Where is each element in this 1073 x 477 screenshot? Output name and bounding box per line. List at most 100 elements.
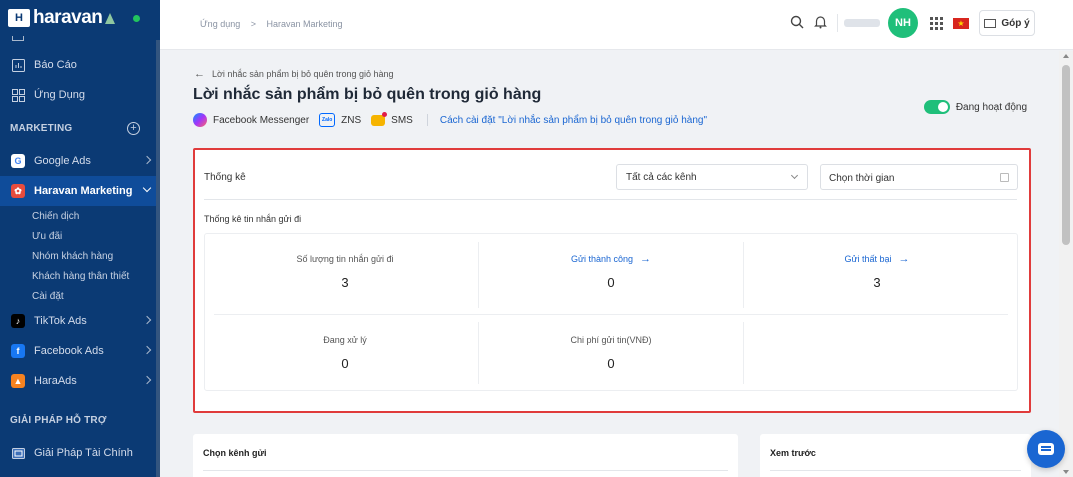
sidebar-item-facebook-ads[interactable]: f Facebook Ads: [0, 336, 160, 366]
finance-icon: [11, 446, 25, 460]
stats-card: Thống kê Tất cả các kênh Chọn thời gian …: [193, 148, 1031, 413]
sidebar-subitem-loyal-customers[interactable]: Khách hàng thân thiết: [0, 266, 160, 286]
stat-value: 0: [607, 356, 615, 371]
channel-label: ZNS: [341, 114, 362, 126]
stats-grid: Số lượng tin nhắn gửi đi 3 Gửi thành côn…: [204, 233, 1018, 391]
chevron-down-icon: [790, 171, 799, 180]
sidebar-subitem-customer-groups[interactable]: Nhóm khách hàng: [0, 246, 160, 266]
sidebar-item-label: Facebook Ads: [34, 345, 104, 357]
sidebar-item-haravan-marketing[interactable]: ✿ Haravan Marketing: [0, 176, 160, 206]
chevron-down-icon: [142, 183, 152, 193]
page-scrollbar[interactable]: [1059, 51, 1073, 477]
sidebar-item-reports[interactable]: Báo Cáo: [0, 50, 160, 80]
channel-filter-select[interactable]: Tất cả các kênh: [616, 164, 808, 190]
chat-icon: [1038, 443, 1054, 455]
scroll-down-icon[interactable]: [1063, 470, 1069, 474]
sidebar-item-haraads[interactable]: ▲ HaraAds: [0, 366, 160, 396]
sidebar-item-label: Haravan Marketing: [34, 185, 133, 197]
topbar-actions: NH ★ Góp ý: [790, 8, 1035, 38]
sidebar-item-google-ads[interactable]: G Google Ads: [0, 146, 160, 176]
channel-label: SMS: [391, 114, 413, 126]
chart-icon: [11, 58, 25, 72]
failed-link[interactable]: Gửi thất bại →: [844, 253, 909, 265]
support-heading-label: GIẢI PHÁP HỖ TRỢ: [10, 414, 107, 426]
sidebar-item-finance[interactable]: Giải Pháp Tài Chính: [0, 438, 160, 468]
sidebar: H haravan Báo Cáo Ứng Dụng MARKETING + G…: [0, 0, 160, 477]
card-title: Chọn kênh gửi: [203, 448, 267, 458]
facebook-icon: f: [11, 344, 25, 358]
breadcrumb-separator: >: [250, 19, 256, 29]
online-status-dot: [133, 14, 141, 22]
stat-label: Đang xử lý: [323, 335, 367, 345]
search-icon[interactable]: [790, 15, 804, 32]
apps-icon: [11, 88, 25, 102]
stat-label: Gửi thành công: [570, 254, 634, 264]
active-toggle[interactable]: [923, 100, 950, 114]
google-icon: G: [11, 154, 25, 168]
envelope-icon: [984, 18, 997, 28]
zalo-icon: Zalo: [319, 113, 336, 127]
breadcrumb: Ứng dụng > Haravan Marketing: [200, 19, 351, 29]
sidebar-subitem-offers[interactable]: Ưu đãi: [0, 226, 160, 246]
sidebar-item-label: Ứng Dụng: [34, 89, 85, 101]
partial-icon: [12, 36, 24, 41]
stat-failed: Gửi thất bại → 3: [742, 251, 1012, 290]
avatar[interactable]: NH: [888, 8, 918, 38]
sidebar-item-label: TikTok Ads: [34, 315, 87, 327]
scroll-up-icon[interactable]: [1063, 54, 1069, 58]
sidebar-subitem-settings[interactable]: Cài đặt: [0, 286, 160, 306]
main-content: ← Lời nhắc sản phẩm bị bỏ quên trong giỏ…: [160, 51, 1059, 477]
back-link[interactable]: ← Lời nhắc sản phẩm bị bỏ quên trong giỏ…: [194, 68, 394, 80]
breadcrumb-haravan-marketing[interactable]: Haravan Marketing: [267, 19, 343, 29]
haraads-icon: ▲: [11, 374, 25, 388]
marketing-heading: MARKETING +: [0, 110, 160, 146]
stat-total-sent: Số lượng tin nhắn gửi đi 3: [210, 251, 480, 290]
settings-guide-link[interactable]: Cách cài đặt "Lời nhắc sản phẩm bị bỏ qu…: [440, 115, 707, 126]
status-toggle-group: Đang hoạt động: [923, 100, 1027, 114]
chevron-right-icon: [142, 155, 152, 165]
marketing-heading-label: MARKETING: [10, 122, 73, 134]
bell-icon[interactable]: [814, 15, 827, 32]
sidebar-item-label: Báo Cáo: [34, 59, 77, 71]
haravan-logo[interactable]: H haravan: [0, 0, 160, 36]
card-title: Xem trước: [770, 448, 816, 458]
success-link[interactable]: Gửi thành công →: [571, 253, 651, 265]
sidebar-item-tiktok-ads[interactable]: ♪ TikTok Ads: [0, 306, 160, 336]
scroll-thumb[interactable]: [1062, 65, 1070, 245]
breadcrumb-apps[interactable]: Ứng dụng: [200, 19, 240, 29]
stat-label: Chi phí gửi tin(VNĐ): [570, 335, 652, 345]
channel-zns: Zalo ZNS: [319, 113, 361, 127]
divider: [214, 314, 1008, 315]
stat-cost: Chi phí gửi tin(VNĐ) 0: [476, 332, 746, 371]
preview-card: Xem trước: [760, 434, 1031, 477]
stat-success: Gửi thành công → 0: [476, 251, 746, 290]
sidebar-item-label: Google Ads: [34, 155, 91, 167]
chat-button[interactable]: [1027, 430, 1065, 468]
vietnam-flag-icon[interactable]: ★: [953, 17, 969, 29]
divider: [770, 470, 1021, 471]
stat-label: Số lượng tin nhắn gửi đi: [296, 254, 394, 264]
channel-select-card: Chọn kênh gửi: [193, 434, 738, 477]
channel-sms: SMS: [371, 111, 413, 126]
sidebar-subitem-campaigns[interactable]: Chiến dịch: [0, 206, 160, 226]
arrow-right-icon: →: [640, 253, 652, 265]
feedback-button[interactable]: Góp ý: [979, 10, 1035, 36]
status-label: Đang hoạt động: [955, 101, 1027, 113]
messenger-icon: [193, 113, 207, 127]
arrow-right-icon: →: [898, 253, 910, 265]
chevron-right-icon: [142, 315, 152, 325]
date-placeholder: Chọn thời gian: [829, 173, 895, 184]
channel-list: Facebook Messenger Zalo ZNS SMS Cách cài…: [193, 111, 707, 127]
tree-icon: [105, 12, 116, 24]
app-grid-icon[interactable]: [930, 16, 943, 30]
sidebar-item-apps[interactable]: Ứng Dụng: [0, 80, 160, 110]
page-title: Lời nhắc sản phẩm bị bỏ quên trong giỏ h…: [193, 86, 542, 103]
sidebar-item-label: Giải Pháp Tài Chính: [34, 447, 133, 459]
stat-value: 0: [341, 356, 349, 371]
sidebar-item-partial[interactable]: [0, 36, 160, 50]
divider: [837, 14, 838, 32]
logo-box: H: [8, 9, 30, 27]
add-channel-icon[interactable]: +: [127, 122, 140, 135]
channel-messenger: Facebook Messenger: [193, 113, 309, 127]
date-picker[interactable]: Chọn thời gian: [820, 164, 1018, 190]
